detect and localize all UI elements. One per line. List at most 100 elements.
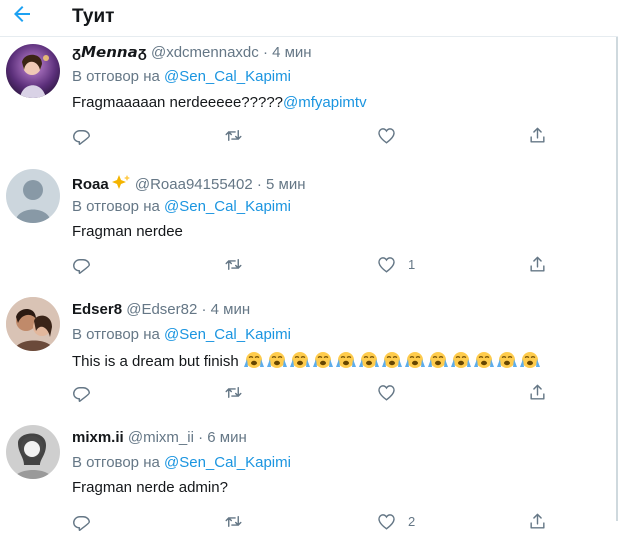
avatar[interactable] [6,169,60,223]
tweet-text-body: This is a dream but finish [72,353,239,370]
share-button[interactable] [528,124,547,146]
reply-context: В отговор на @Sen_Cal_Kapimi [72,454,291,471]
loudly-crying-face-icon [496,351,518,373]
like-button[interactable]: 1 [377,253,415,275]
user-handle[interactable]: @xdcmennaxdc [151,44,259,61]
tweet-time[interactable]: 5 мин [266,176,306,193]
share-icon [530,256,545,272]
back-button[interactable] [10,2,34,26]
tweet-item[interactable]: Edser8 @Edser82 · 4 мин В отговор на @Se… [0,285,616,414]
loudly-crying-face-icon [266,351,288,373]
reply-button[interactable] [72,124,103,146]
reply-icon [73,515,90,531]
avatar[interactable] [6,425,60,479]
tweet-item[interactable]: mixm.ii @mixm_ii · 6 мин В отговор на @S… [0,413,616,543]
retweet-icon [225,258,242,270]
reply-context: В отговор на @Sen_Cal_Kapimi [72,326,291,343]
display-name[interactable]: Edser8 [72,301,122,318]
tweet-text: This is a dream but finish [72,351,542,373]
like-button[interactable]: 2 [377,510,415,532]
user-handle[interactable]: @mixm_ii [128,429,194,446]
reply-to-link[interactable]: @Sen_Cal_Kapimi [164,68,291,85]
reply-prefix: В отговор на [72,454,164,471]
display-name[interactable]: mixm.ii [72,429,124,446]
avatar[interactable] [6,44,60,98]
share-icon [530,127,545,143]
like-button[interactable] [377,124,408,146]
retweet-button[interactable] [224,124,255,146]
avatar[interactable] [6,297,60,351]
tweet-item[interactable]: Roaa @Roaa94155402 · 5 мин В отговор на … [0,157,616,286]
tweet-text: Fragman nerdee [72,223,183,240]
tweet-item[interactable]: ᵹ𝙈𝙚𝙣𝙣𝙖ᵹ @xdcmennaxdc · 4 мин В отговор н… [0,36,616,158]
reply-context: В отговор на @Sen_Cal_Kapimi [72,198,291,215]
loudly-crying-face-icon [519,351,541,373]
sparkles-icon [111,173,131,195]
page-header: Туит [0,0,618,37]
tweet-time[interactable]: 4 мин [211,301,251,318]
separator-dot: · [262,44,268,61]
loudly-crying-face-icon [289,351,311,373]
retweet-button[interactable] [224,510,255,532]
reply-prefix: В отговор на [72,326,164,343]
loudly-crying-face-icon [473,351,495,373]
reply-button[interactable] [72,253,103,275]
retweet-icon [225,129,242,141]
reply-icon [73,129,90,145]
heart-icon [378,256,395,273]
separator-dot: · [256,176,262,193]
display-name[interactable]: ᵹ𝙈𝙚𝙣𝙣𝙖ᵹ [72,44,147,61]
reply-to-link[interactable]: @Sen_Cal_Kapimi [164,326,291,343]
reply-button[interactable] [72,381,103,403]
tweet-actions: 2 [72,510,552,532]
share-button[interactable] [528,381,547,403]
retweet-button[interactable] [224,253,255,275]
loudly-crying-face-icon [427,351,449,373]
reply-to-link[interactable]: @Sen_Cal_Kapimi [164,454,291,471]
reply-button[interactable] [72,510,103,532]
tweet-text: Fragmaaaaan nerdeeeee?????@mfyapimtv [72,94,367,111]
reply-context: В отговор на @Sen_Cal_Kapimi [72,68,291,85]
loudly-crying-face-icon [335,351,357,373]
like-button[interactable] [377,381,408,403]
reply-icon [73,386,90,402]
reply-prefix: В отговор на [72,68,164,85]
share-button[interactable] [528,253,547,275]
mention-link[interactable]: @mfyapimtv [283,94,367,111]
heart-icon [378,127,395,144]
retweet-icon [225,515,242,527]
reply-icon [73,258,90,274]
tweet-header: ᵹ𝙈𝙚𝙣𝙣𝙖ᵹ @xdcmennaxdc · 4 мин [72,43,312,61]
share-icon [530,384,545,400]
tweet-text-body: Fragmaaaaan nerdeeeee????? [72,94,284,111]
heart-icon [378,384,395,401]
tweet-actions: 1 [72,253,552,275]
share-icon [530,513,545,529]
share-button[interactable] [528,510,547,532]
tweet-time[interactable]: 4 мин [272,44,312,61]
reply-to-link[interactable]: @Sen_Cal_Kapimi [164,198,291,215]
like-count: 2 [408,513,416,529]
arrow-left-icon [14,6,30,22]
tweet-actions [72,124,552,146]
loudly-crying-face-icon [358,351,380,373]
emoji-row [243,351,542,373]
loudly-crying-face-icon [312,351,334,373]
tweet-text: Fragman nerde admin? [72,479,228,496]
like-count: 1 [408,256,416,272]
retweet-button[interactable] [224,381,255,403]
user-handle[interactable]: @Edser82 [126,301,197,318]
display-name[interactable]: Roaa [72,176,109,193]
loudly-crying-face-icon [404,351,426,373]
reply-prefix: В отговор на [72,198,164,215]
tweet-time[interactable]: 6 мин [207,429,247,446]
separator-dot: · [198,429,204,446]
page-title: Туит [72,6,115,27]
separator-dot: · [201,301,207,318]
tweet-header: Edser8 @Edser82 · 4 мин [72,301,250,318]
heart-icon [378,513,395,530]
tweet-header: mixm.ii @mixm_ii · 6 мин [72,429,247,446]
user-handle[interactable]: @Roaa94155402 [135,176,253,193]
loudly-crying-face-icon [381,351,403,373]
retweet-icon [225,386,242,398]
